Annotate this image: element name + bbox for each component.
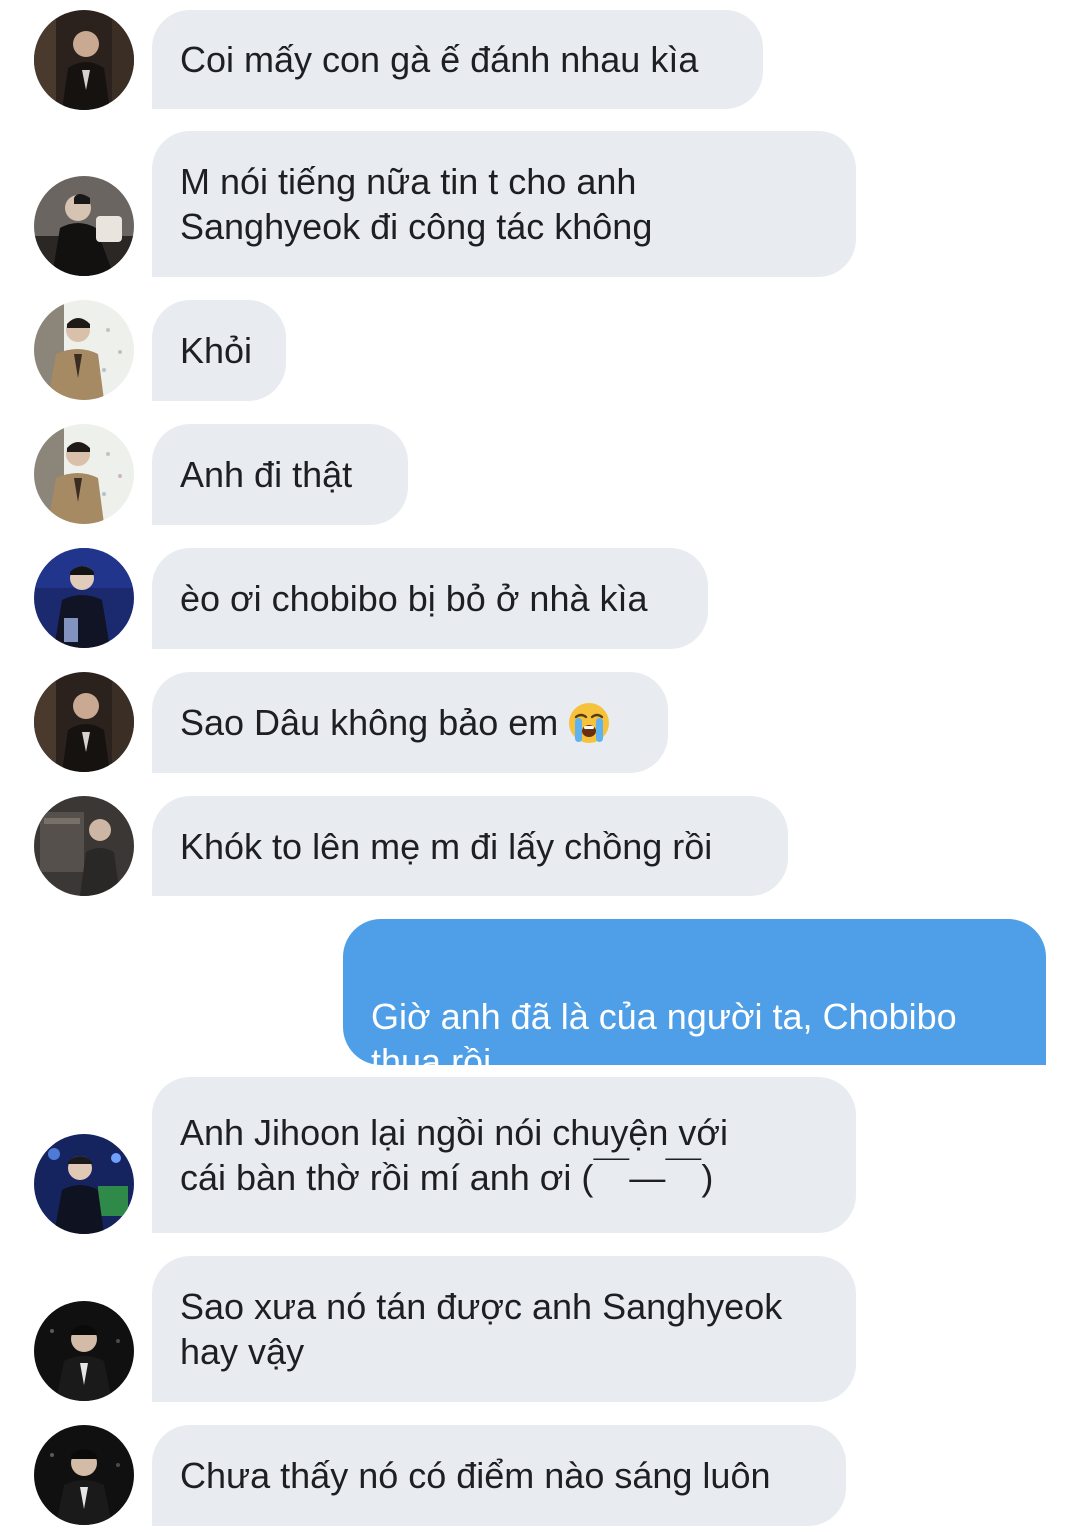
avatar-grey-room-icon[interactable] — [34, 796, 134, 896]
message-text: Anh Jihoon lại ngồi nói chuyện với cái b… — [180, 1112, 728, 1198]
avatar-dark-suit-icon[interactable] — [34, 10, 134, 110]
avatar-beige-blazer-icon[interactable] — [34, 424, 134, 524]
loudly-crying-face-icon — [569, 702, 610, 743]
message-bubble-incoming[interactable]: Chưa thấy nó có điểm nào sáng luôn — [152, 1425, 846, 1526]
avatar-black-portrait-icon[interactable] — [34, 1301, 134, 1401]
avatar-blue-stage-icon[interactable] — [34, 1134, 134, 1234]
message-text: Sao Dâu không bảo em — [180, 702, 559, 743]
message-bubble-incoming[interactable]: Coi mấy con gà ế đánh nhau kìa — [152, 10, 763, 109]
message-text: Khỏi — [180, 330, 253, 371]
avatar-black-coat-icon[interactable] — [34, 176, 134, 276]
avatar-beige-blazer-icon[interactable] — [34, 300, 134, 400]
message-text: Anh đi thật — [180, 454, 353, 495]
message-text: Giờ anh đã là của người ta, Chobibo thua… — [371, 996, 957, 1082]
message-bubble-incoming[interactable]: Anh đi thật — [152, 424, 408, 525]
message-text: M nói tiếng nữa tin t cho anh Sanghyeok … — [180, 161, 653, 247]
avatar-dark-suit-icon[interactable] — [34, 672, 134, 772]
message-text: Chưa thấy nó có điểm nào sáng luôn — [180, 1455, 771, 1496]
message-text: Coi mấy con gà ế đánh nhau kìa — [180, 39, 699, 80]
message-bubble-incoming[interactable]: Anh Jihoon lại ngồi nói chuyện với cái b… — [152, 1077, 856, 1233]
message-text: Sao xưa nó tán được anh Sanghyeok hay vậ… — [180, 1286, 783, 1372]
avatar-navy-stage-icon[interactable] — [34, 548, 134, 648]
message-text: èo ơi chobibo bị bỏ ở nhà kìa — [180, 578, 648, 619]
message-bubble-incoming[interactable]: Khók to lên mẹ m đi lấy chồng rồi — [152, 796, 788, 896]
message-bubble-incoming[interactable]: M nói tiếng nữa tin t cho anh Sanghyeok … — [152, 131, 856, 277]
message-text: Khók to lên mẹ m đi lấy chồng rồi — [180, 825, 713, 867]
message-bubble-incoming[interactable]: Sao Dâu không bảo em — [152, 672, 668, 773]
message-bubble-outgoing[interactable]: Giờ anh đã là của người ta, Chobibo thua… — [343, 919, 1046, 1082]
avatar-black-portrait-icon[interactable] — [34, 1425, 134, 1525]
message-bubble-incoming[interactable]: Khỏi — [152, 300, 286, 401]
message-bubble-incoming[interactable]: èo ơi chobibo bị bỏ ở nhà kìa — [152, 548, 708, 649]
message-bubble-incoming[interactable]: Sao xưa nó tán được anh Sanghyeok hay vậ… — [152, 1256, 856, 1402]
